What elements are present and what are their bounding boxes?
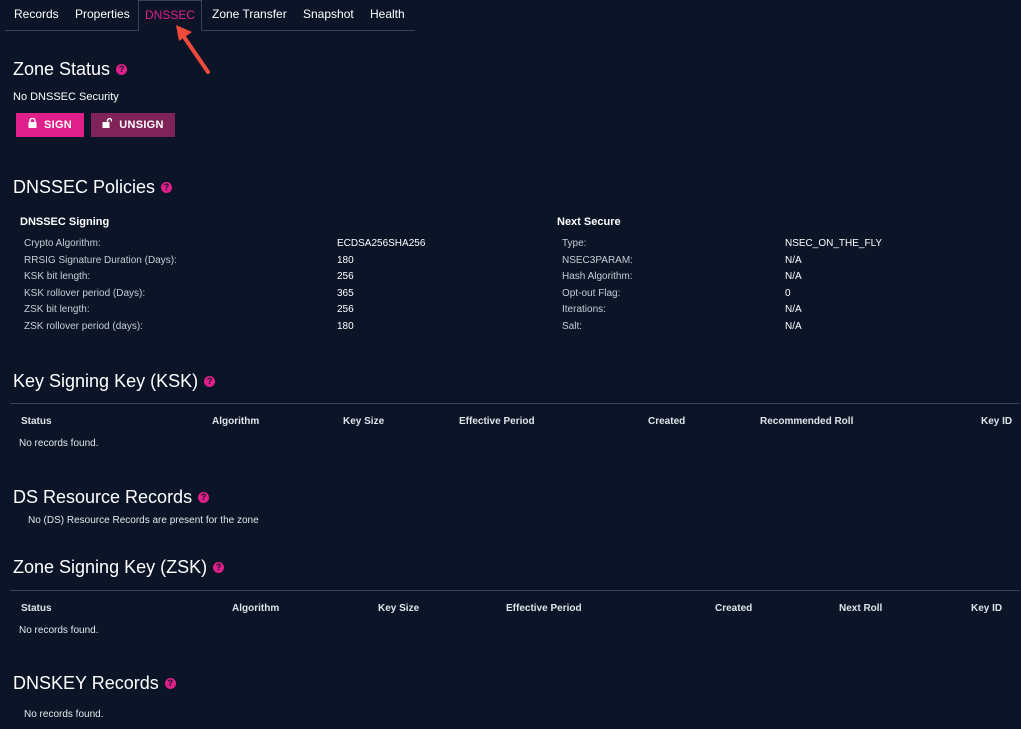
annotation-arrow-icon	[176, 25, 210, 74]
signing-value: 256	[337, 271, 354, 282]
column-header[interactable]: Effective Period	[506, 603, 582, 614]
zone-status-title: Zone Status?	[13, 59, 128, 80]
column-header[interactable]: Next Roll	[839, 603, 882, 614]
zsk-empty-text: No records found.	[19, 625, 99, 636]
signing-value: 180	[337, 255, 354, 266]
signing-label: Crypto Algorithm:	[24, 238, 101, 249]
ksk-table-header: Status Algorithm Key Size Effective Peri…	[10, 403, 1020, 434]
signing-label: KSK rollover period (Days):	[24, 288, 146, 299]
column-header[interactable]: Algorithm	[232, 603, 279, 614]
column-header[interactable]: Key ID	[971, 603, 1002, 614]
sign-button[interactable]: SIGN	[16, 113, 84, 137]
next-secure-label: Opt-out Flag:	[562, 288, 621, 299]
column-header[interactable]: Algorithm	[212, 416, 259, 427]
signing-value: ECDSA256SHA256	[337, 238, 426, 249]
next-secure-label: Type:	[562, 238, 587, 249]
dnskey-empty-text: No records found.	[24, 709, 104, 720]
next-secure-value: N/A	[785, 271, 802, 282]
ds-empty-text: No (DS) Resource Records are present for…	[28, 515, 259, 526]
tab-zone-transfer[interactable]: Zone Transfer	[212, 0, 287, 30]
signing-value: 180	[337, 321, 354, 332]
column-header[interactable]: Status	[21, 603, 52, 614]
column-header[interactable]: Key Size	[343, 416, 384, 427]
next-secure-value: 0	[785, 288, 791, 299]
column-header[interactable]: Created	[648, 416, 685, 427]
signing-label: KSK bit length:	[24, 271, 91, 282]
zsk-title: Zone Signing Key (ZSK)?	[13, 557, 225, 578]
next-secure-label: Iterations:	[562, 304, 606, 315]
next-secure-value: N/A	[785, 304, 802, 315]
next-secure-value: NSEC_ON_THE_FLY	[785, 238, 883, 249]
tab-snapshot[interactable]: Snapshot	[303, 0, 354, 30]
column-header[interactable]: Created	[715, 603, 752, 614]
next-secure-label: Salt:	[562, 321, 583, 332]
help-icon[interactable]: ?	[198, 491, 210, 503]
column-header[interactable]: Effective Period	[459, 416, 535, 427]
dnskey-title: DNSKEY Records?	[13, 673, 176, 694]
help-icon[interactable]: ?	[213, 561, 225, 573]
next-secure-value: N/A	[785, 255, 802, 266]
policies-title: DNSSEC Policies?	[13, 177, 173, 198]
signing-label: ZSK rollover period (days):	[24, 321, 143, 332]
next-secure-label: NSEC3PARAM:	[562, 255, 633, 266]
lock-icon	[28, 114, 37, 138]
signing-value: 256	[337, 304, 354, 315]
next-secure-heading: Next Secure	[557, 216, 621, 228]
help-icon[interactable]: ?	[164, 677, 176, 689]
help-icon[interactable]: ?	[161, 181, 173, 193]
column-header[interactable]: Status	[21, 416, 52, 427]
help-icon[interactable]: ?	[204, 375, 216, 387]
column-header[interactable]: Key Size	[378, 603, 419, 614]
signing-heading: DNSSEC Signing	[20, 216, 110, 228]
column-header[interactable]: Key ID	[981, 416, 1012, 427]
ksk-title: Key Signing Key (KSK)?	[13, 371, 216, 392]
tab-properties[interactable]: Properties	[75, 0, 130, 30]
unsign-button[interactable]: UNSIGN	[91, 113, 175, 137]
next-secure-value: N/A	[785, 321, 802, 332]
help-icon[interactable]: ?	[116, 63, 128, 75]
ds-title: DS Resource Records?	[13, 487, 210, 508]
column-header[interactable]: Recommended Roll	[760, 416, 853, 427]
signing-label: RRSIG Signature Duration (Days):	[24, 255, 177, 266]
tab-health[interactable]: Health	[370, 0, 405, 30]
ksk-empty-text: No records found.	[19, 438, 99, 449]
zsk-table-header: Status Algorithm Key Size Effective Peri…	[10, 590, 1020, 621]
zone-status-text: No DNSSEC Security	[13, 91, 119, 103]
unlock-icon	[102, 114, 113, 138]
tab-records[interactable]: Records	[14, 0, 59, 30]
signing-value: 365	[337, 288, 354, 299]
signing-label: ZSK bit length:	[24, 304, 90, 315]
next-secure-label: Hash Algorithm:	[562, 271, 633, 282]
